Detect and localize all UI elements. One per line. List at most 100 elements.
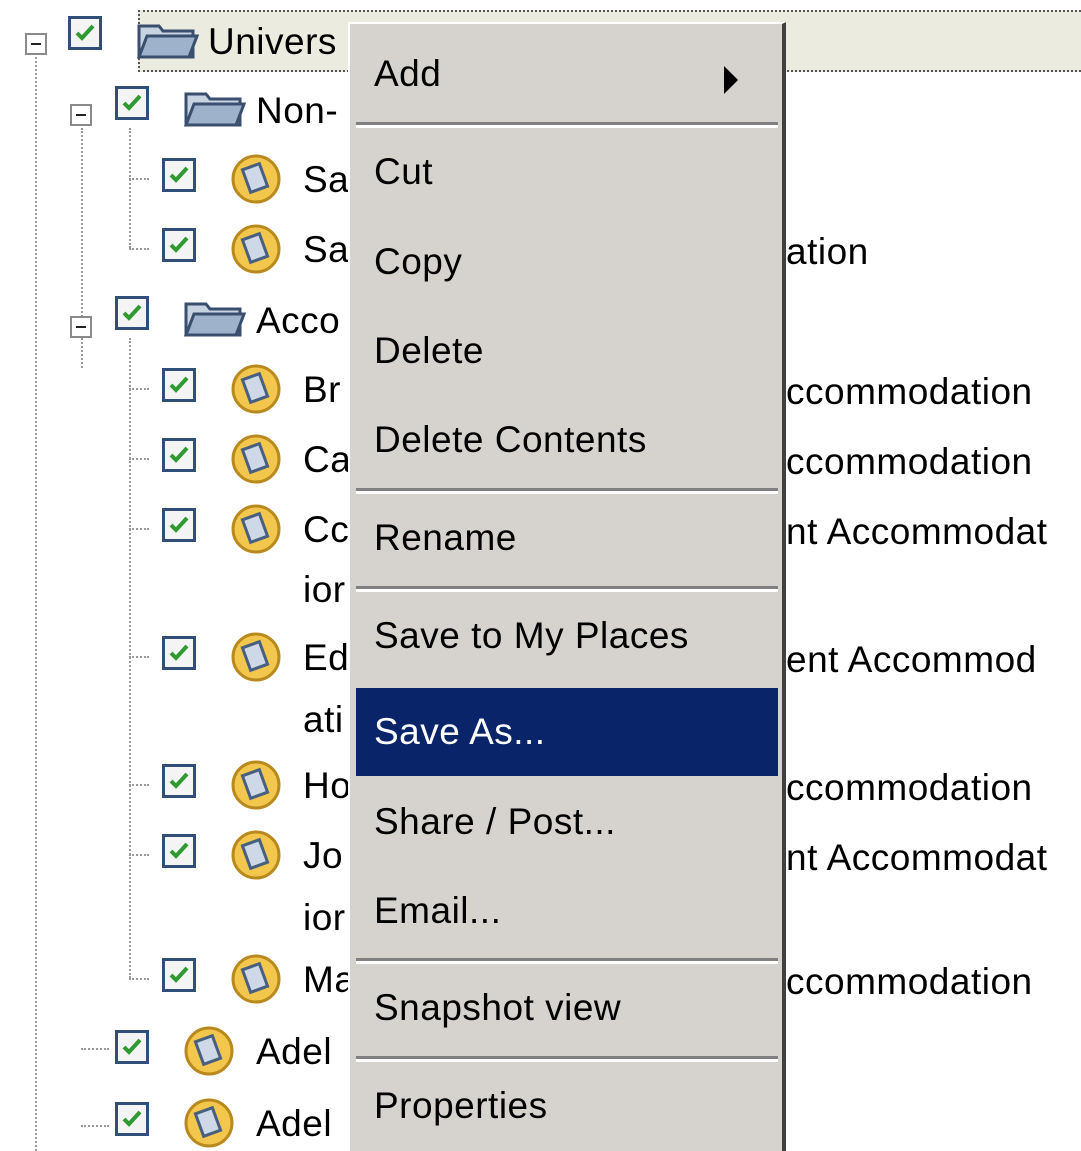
checkmark-icon bbox=[169, 772, 189, 789]
tree-item-label-tail: ent Accommod bbox=[786, 639, 1037, 680]
tree-connector bbox=[129, 656, 149, 658]
checkbox-checked[interactable] bbox=[115, 86, 149, 120]
document-item-icon bbox=[231, 830, 281, 880]
menu-item-copy[interactable]: Copy bbox=[356, 218, 778, 306]
document-item-icon bbox=[231, 434, 281, 484]
menu-item-snapshot-view[interactable]: Snapshot view bbox=[356, 964, 778, 1052]
tree-item-label-wrap: ior bbox=[303, 897, 346, 938]
menu-item-label: Snapshot view bbox=[374, 987, 622, 1028]
menu-item-delete[interactable]: Delete bbox=[356, 307, 778, 395]
checkbox-checked[interactable] bbox=[162, 958, 196, 992]
document-item-icon bbox=[184, 1098, 234, 1148]
checkbox-checked[interactable] bbox=[162, 158, 196, 192]
menu-item-label: Properties bbox=[374, 1085, 548, 1126]
tree-connector bbox=[129, 128, 131, 248]
context-menu: Add Cut Copy Delete Delete Contents Rena… bbox=[348, 22, 786, 1151]
checkbox-checked[interactable] bbox=[162, 636, 196, 670]
tree-item-label[interactable]: Ed bbox=[303, 636, 349, 680]
tree-item-label[interactable]: Adel bbox=[256, 1030, 332, 1074]
tree-connector bbox=[129, 178, 149, 180]
checkmark-icon bbox=[169, 516, 189, 533]
open-folder-icon bbox=[183, 302, 246, 337]
tree-connector bbox=[81, 1125, 109, 1127]
menu-item-label: Rename bbox=[374, 517, 517, 558]
checkmark-icon bbox=[122, 94, 142, 111]
menu-item-save-to-my-places[interactable]: Save to My Places bbox=[356, 592, 778, 680]
tree-item-label[interactable]: Ca bbox=[303, 438, 351, 482]
menu-item-label: Save to My Places bbox=[374, 615, 689, 656]
checkbox-checked[interactable] bbox=[115, 296, 149, 330]
checkmark-icon bbox=[169, 376, 189, 393]
document-item-icon bbox=[231, 504, 281, 554]
tree-connector bbox=[81, 1048, 109, 1050]
tree-item-label[interactable]: Acco bbox=[256, 299, 340, 343]
checkmark-icon bbox=[75, 24, 95, 41]
menu-item-rename[interactable]: Rename bbox=[356, 494, 778, 582]
tree-item-label[interactable]: Univers bbox=[208, 20, 337, 64]
tree-item-label-tail: ccommodation bbox=[786, 767, 1033, 808]
menu-item-label: Delete Contents bbox=[374, 419, 647, 460]
checkbox-checked[interactable] bbox=[115, 1030, 149, 1064]
submenu-arrow-icon bbox=[724, 66, 738, 94]
tree-item-label[interactable]: Jo bbox=[303, 834, 343, 878]
open-folder-icon bbox=[136, 24, 199, 59]
checkmark-icon bbox=[122, 1038, 142, 1055]
tree-item-label[interactable]: Br bbox=[303, 368, 341, 412]
tree-item-label-tail: ccommodation bbox=[786, 961, 1033, 1002]
tree-connector bbox=[129, 978, 149, 980]
checkbox-checked[interactable] bbox=[68, 16, 102, 50]
checkbox-checked[interactable] bbox=[162, 228, 196, 262]
menu-item-add[interactable]: Add bbox=[356, 30, 778, 118]
tree-item-label[interactable]: Non- bbox=[256, 89, 338, 133]
checkmark-icon bbox=[169, 966, 189, 983]
tree-item-label[interactable]: Ho bbox=[303, 764, 351, 808]
menu-item-label: Save As... bbox=[374, 711, 546, 752]
menu-item-share-post[interactable]: Share / Post... bbox=[356, 778, 778, 866]
document-item-icon bbox=[231, 954, 281, 1004]
menu-item-cut[interactable]: Cut bbox=[356, 128, 778, 216]
tree-connector bbox=[129, 248, 149, 250]
tree-item-label[interactable]: Sa bbox=[303, 228, 349, 272]
tree-item-label[interactable]: Adel bbox=[256, 1102, 332, 1146]
menu-item-email[interactable]: Email... bbox=[356, 867, 778, 955]
tree-item-label-tail: ation bbox=[786, 231, 869, 272]
checkmark-icon bbox=[169, 842, 189, 859]
tree-item-label-wrap: ior bbox=[303, 569, 346, 610]
tree-item-label[interactable]: Cc bbox=[303, 508, 349, 552]
menu-item-delete-contents[interactable]: Delete Contents bbox=[356, 396, 778, 484]
tree-item-label-wrap: ati bbox=[303, 699, 344, 740]
menu-item-label: Add bbox=[374, 53, 442, 94]
checkmark-icon bbox=[169, 236, 189, 253]
tree-item-label-tail: ccommodation bbox=[786, 441, 1033, 482]
collapse-toggle[interactable] bbox=[25, 33, 47, 55]
tree-connector bbox=[129, 458, 149, 460]
checkmark-icon bbox=[169, 166, 189, 183]
document-item-icon bbox=[231, 364, 281, 414]
checkbox-checked[interactable] bbox=[162, 764, 196, 798]
checkbox-checked[interactable] bbox=[115, 1102, 149, 1136]
document-item-icon bbox=[231, 224, 281, 274]
menu-item-label: Delete bbox=[374, 330, 484, 371]
collapse-toggle[interactable] bbox=[70, 316, 92, 338]
menu-item-properties[interactable]: Properties bbox=[356, 1062, 778, 1150]
checkbox-checked[interactable] bbox=[162, 508, 196, 542]
document-item-icon bbox=[231, 632, 281, 682]
tree-connector bbox=[81, 338, 83, 368]
checkbox-checked[interactable] bbox=[162, 834, 196, 868]
menu-item-label: Copy bbox=[374, 241, 463, 282]
tree-connector bbox=[129, 854, 149, 856]
checkmark-icon bbox=[122, 1110, 142, 1127]
checkbox-checked[interactable] bbox=[162, 368, 196, 402]
tree-connector bbox=[129, 338, 131, 978]
document-item-icon bbox=[184, 1026, 234, 1076]
menu-item-save-as[interactable]: Save As... bbox=[356, 688, 778, 776]
checkmark-icon bbox=[169, 446, 189, 463]
checkbox-checked[interactable] bbox=[162, 438, 196, 472]
collapse-toggle[interactable] bbox=[70, 104, 92, 126]
tree-item-label-tail: nt Accommodat bbox=[786, 837, 1048, 878]
tree-connector bbox=[35, 52, 37, 1151]
open-folder-icon bbox=[183, 92, 246, 127]
checkmark-icon bbox=[122, 304, 142, 321]
menu-item-label: Email... bbox=[374, 890, 502, 931]
tree-item-label[interactable]: Sa bbox=[303, 158, 349, 202]
